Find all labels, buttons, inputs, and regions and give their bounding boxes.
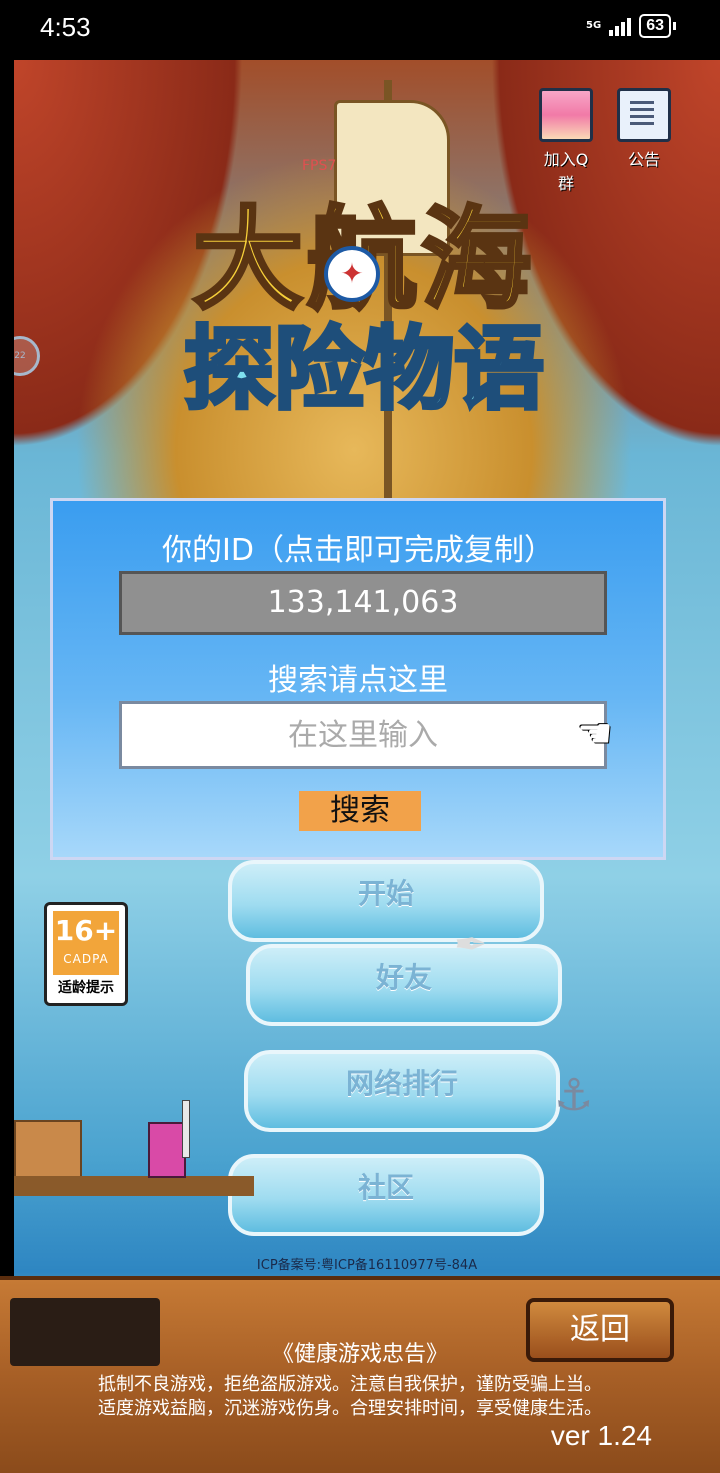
search-input[interactable] xyxy=(119,701,607,769)
sword-icon xyxy=(182,1100,190,1158)
game-screen: FPS7 加入Q群 公告 大航海 探险物语 ✦ 22 你的ID（点击即可完成复制… xyxy=(14,60,720,1469)
compass-icon: ✦ xyxy=(324,246,380,302)
fps-counter: FPS7 xyxy=(302,158,337,174)
search-button[interactable]: 搜索 xyxy=(299,791,421,831)
status-bar: 4:53 5G 63 xyxy=(0,0,720,60)
community-button[interactable]: 社区 xyxy=(228,1154,544,1236)
cargo-crate xyxy=(14,1120,82,1180)
id-search-panel: 你的ID（点击即可完成复制） 133,141,063 搜索请点这里 ☚ 搜索 xyxy=(50,498,666,860)
battery-tip xyxy=(673,22,676,30)
avatar-icon xyxy=(539,88,593,142)
age-rating-badge[interactable]: 16+ CADPA 适龄提示 xyxy=(44,902,128,1006)
pirate-character xyxy=(148,1122,186,1178)
age-rating-tip: 适龄提示 xyxy=(58,980,114,996)
feather-icon: ✒ xyxy=(454,922,488,968)
battery-icon: 63 xyxy=(639,14,671,38)
age-rating-box: 16+ CADPA xyxy=(53,911,119,975)
network-type-label: 5G xyxy=(586,20,602,31)
status-icons: 5G 63 xyxy=(586,14,676,38)
wooden-dock xyxy=(14,1176,254,1196)
health-advice-line-2: 适度游戏益脑，沉迷游戏伤身。合理安排时间，享受健康生活。 xyxy=(98,1398,602,1419)
status-time: 4:53 xyxy=(40,12,91,42)
signal-icon xyxy=(609,16,632,36)
join-qq-group-label: 加入Q群 xyxy=(543,150,589,193)
start-button[interactable]: 开始 xyxy=(228,860,544,942)
join-qq-group-button[interactable]: 加入Q群 xyxy=(536,88,596,194)
pointing-hand-icon: ☚ xyxy=(577,711,613,757)
health-advice-title: 《健康游戏忠告》 xyxy=(271,1342,448,1367)
notice-button[interactable]: 公告 xyxy=(614,88,674,170)
age-rating-number: 16+ xyxy=(54,914,118,947)
search-title: 搜索请点这里 xyxy=(268,663,448,698)
player-id-copy-field[interactable]: 133,141,063 xyxy=(119,571,607,635)
icp-license: ICP备案号:粤ICP备16110977号-84A xyxy=(256,1258,478,1273)
id-title: 你的ID（点击即可完成复制） xyxy=(162,533,554,568)
footer-panel: 返回 《健康游戏忠告》 抵制不良游戏，拒绝盗版游戏。注意自我保护，谨防受骗上当。… xyxy=(0,1276,720,1473)
friends-button[interactable]: 好友 xyxy=(246,944,562,1026)
game-logo: 大航海 探险物语 xyxy=(124,198,604,422)
document-icon xyxy=(617,88,671,142)
ranking-button[interactable]: 网络排行 xyxy=(244,1050,560,1132)
logo-title-line2: 探险物语 xyxy=(182,317,546,422)
version-label: ver 1.24 xyxy=(550,1420,652,1451)
anchor-icon: ⚓ xyxy=(554,1070,594,1121)
age-rating-org: CADPA xyxy=(63,952,109,966)
notice-label: 公告 xyxy=(627,150,660,169)
health-advice-line-1: 抵制不良游戏，拒绝盗版游戏。注意自我保护，谨防受骗上当。 xyxy=(98,1374,602,1395)
